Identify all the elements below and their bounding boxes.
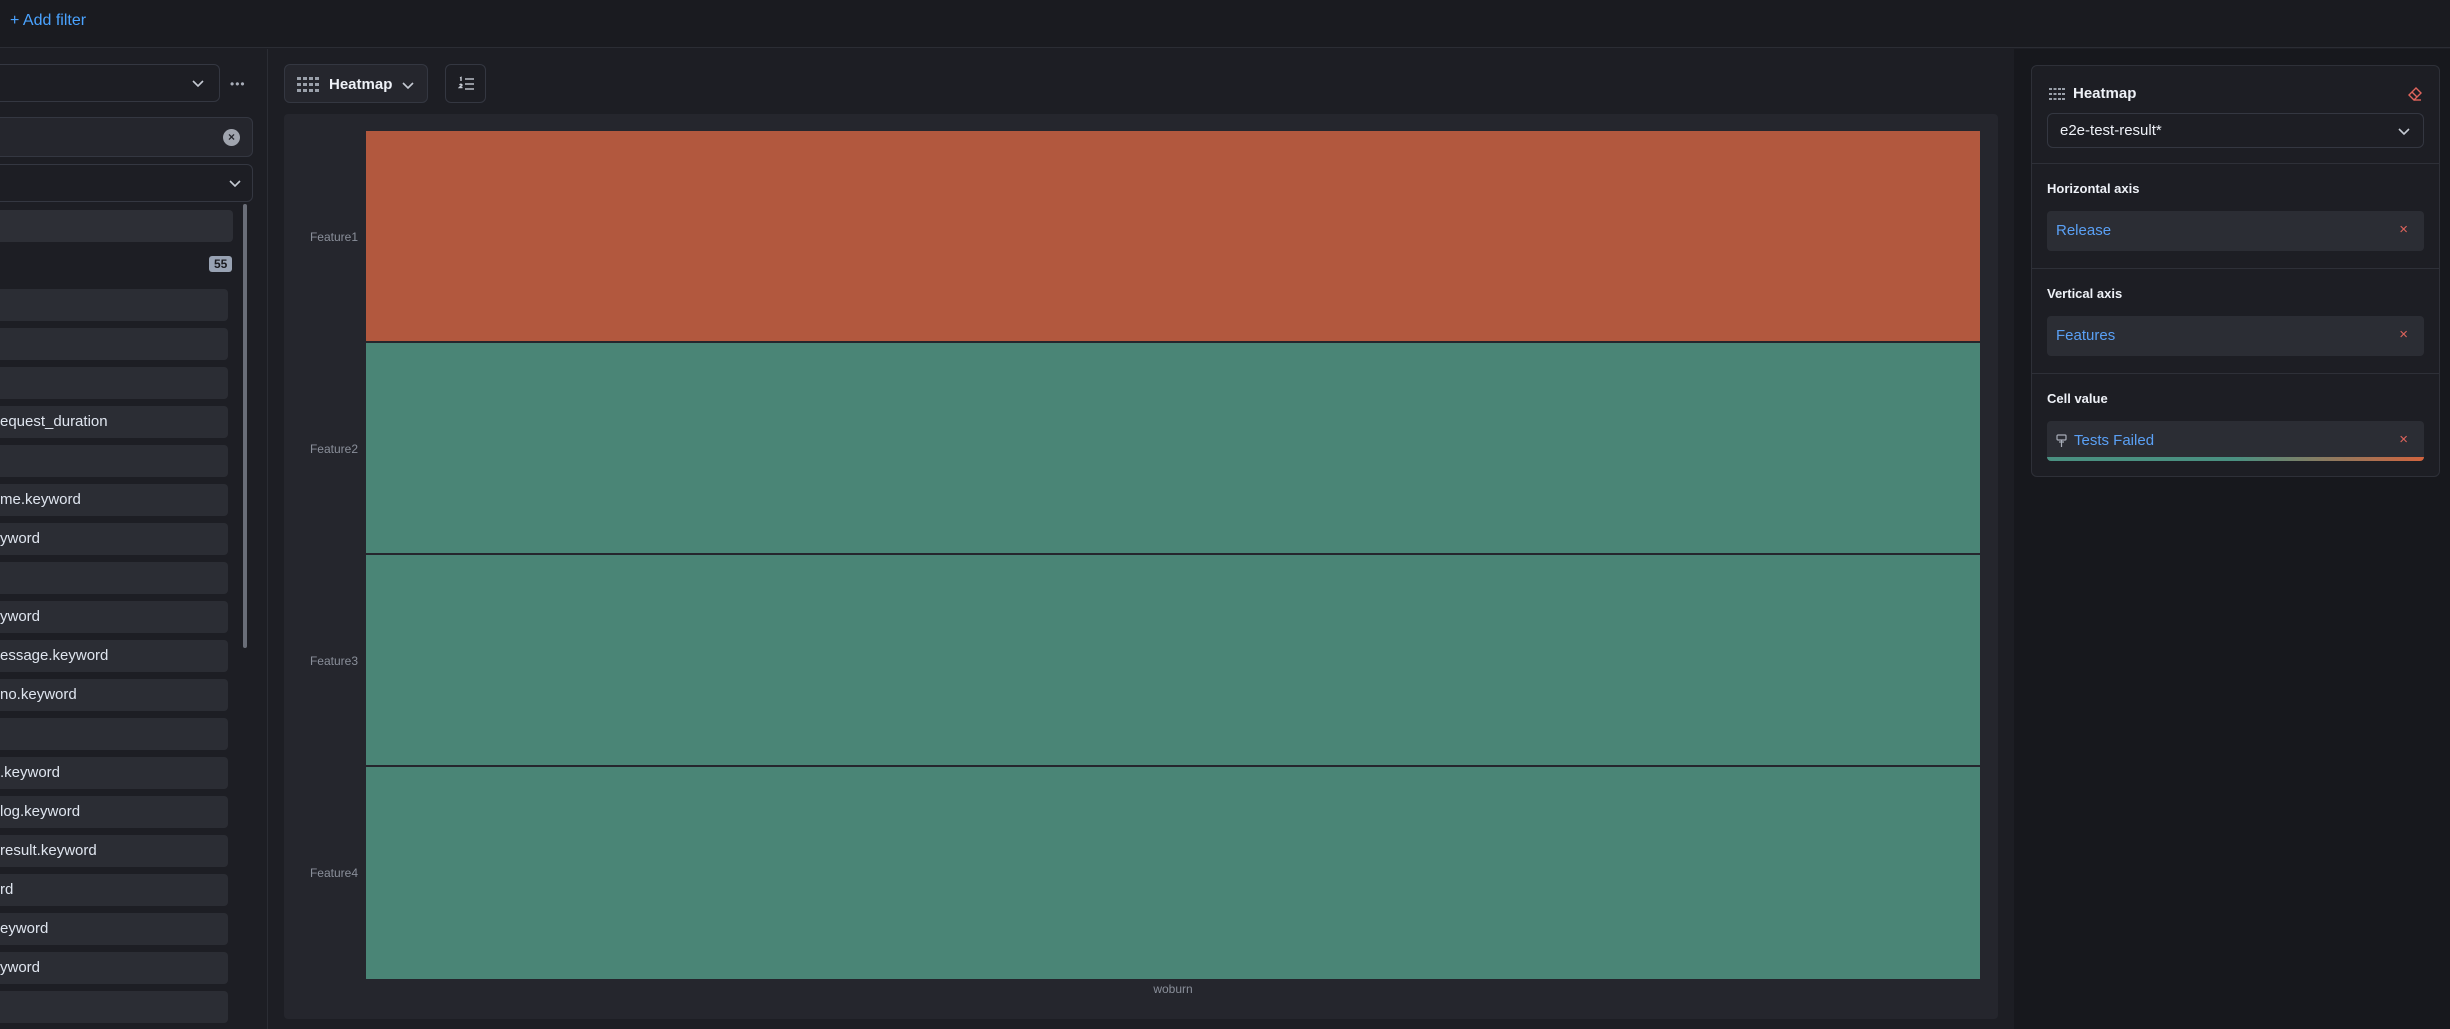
vertical-axis-dimension[interactable]: Features × xyxy=(2047,316,2424,356)
y-axis-tick-label: Feature3 xyxy=(309,654,358,668)
heatmap-cell[interactable] xyxy=(366,343,1980,553)
heatmap-cell[interactable] xyxy=(366,131,1980,341)
chevron-down-icon xyxy=(2398,128,2410,136)
field-search-input[interactable]: × xyxy=(0,117,253,157)
y-axis-tick-label: Feature1 xyxy=(309,230,358,244)
available-fields-count-badge: 55 xyxy=(209,256,233,272)
field-item[interactable]: equest_duration xyxy=(0,406,228,438)
records-field-item[interactable] xyxy=(0,210,233,242)
heatmap-grid-icon xyxy=(2049,88,2065,100)
chevron-down-icon xyxy=(229,180,241,188)
field-item[interactable]: result.keyword xyxy=(0,835,228,867)
heatmap-grid-icon xyxy=(297,77,319,92)
cell-value-label: Tests Failed xyxy=(2074,432,2155,449)
clear-search-icon[interactable]: × xyxy=(223,129,240,146)
field-item[interactable] xyxy=(0,289,228,321)
field-item[interactable] xyxy=(0,562,228,594)
field-item[interactable] xyxy=(0,367,228,399)
field-item[interactable] xyxy=(0,445,228,477)
cell-value-dimension[interactable]: Tests Failed × xyxy=(2047,421,2424,461)
query-bar: + Add filter xyxy=(0,0,2450,48)
y-axis-tick-label: Feature2 xyxy=(309,442,358,456)
field-item[interactable]: no.keyword xyxy=(0,679,228,711)
layer-title: Heatmap xyxy=(2073,85,2137,102)
field-item[interactable]: yword xyxy=(0,523,228,555)
index-pattern-select[interactable]: e2e-test-result* xyxy=(2047,113,2424,148)
heatmap-chart: woburn Feature1 Feature2 Feature3 Feature4 xyxy=(284,114,1998,1019)
vertical-axis-title: Vertical axis xyxy=(2047,286,2123,301)
divider xyxy=(2032,268,2439,269)
heatmap-cell[interactable] xyxy=(366,767,1980,979)
vertical-axis-value: Features xyxy=(2056,327,2116,344)
palette-icon xyxy=(2056,434,2067,447)
index-pattern-value: e2e-test-result* xyxy=(2060,122,2162,139)
chart-type-switcher[interactable]: Heatmap xyxy=(284,64,428,103)
workspace: Heatmap woburn Feature1 Feature2 Feature3 F… xyxy=(269,49,2013,1029)
x-axis-tick-label: woburn xyxy=(1153,982,1193,996)
eraser-icon[interactable] xyxy=(2407,86,2423,102)
field-item[interactable]: yword xyxy=(0,601,228,633)
field-item[interactable]: eyword xyxy=(0,913,228,945)
field-item[interactable] xyxy=(0,718,228,750)
field-list-sidebar: ••• × 55 equest_duration me.keyword yword y… xyxy=(0,49,268,1029)
field-item[interactable]: rd xyxy=(0,874,228,906)
field-item[interactable]: log.keyword xyxy=(0,796,228,828)
remove-horizontal-axis-icon[interactable]: × xyxy=(2399,221,2408,238)
cell-value-title: Cell value xyxy=(2047,391,2108,406)
palette-gradient-bar xyxy=(2047,457,2424,461)
field-item[interactable] xyxy=(0,991,228,1023)
sidebar-scrollbar[interactable] xyxy=(243,204,247,648)
divider xyxy=(2032,373,2439,374)
data-view-select[interactable] xyxy=(0,64,220,102)
more-options-icon[interactable]: ••• xyxy=(230,77,246,91)
divider xyxy=(2032,163,2439,164)
legend-icon xyxy=(458,76,474,90)
field-item[interactable]: me.keyword xyxy=(0,484,228,516)
remove-cell-value-icon[interactable]: × xyxy=(2399,431,2408,448)
field-item[interactable]: essage.keyword xyxy=(0,640,228,672)
field-type-filter[interactable] xyxy=(0,164,253,202)
layer-panel: Heatmap e2e-test-result* Horizontal axis… xyxy=(2031,65,2440,477)
remove-vertical-axis-icon[interactable]: × xyxy=(2399,326,2408,343)
field-item[interactable]: yword xyxy=(0,952,228,984)
add-filter-link[interactable]: + Add filter xyxy=(10,12,86,30)
horizontal-axis-value: Release xyxy=(2056,222,2112,239)
y-axis-tick-label: Feature4 xyxy=(309,866,358,880)
chart-type-label: Heatmap xyxy=(329,76,393,93)
chevron-down-icon xyxy=(192,80,204,88)
horizontal-axis-dimension[interactable]: Release × xyxy=(2047,211,2424,251)
heatmap-cell[interactable] xyxy=(366,555,1980,765)
legend-settings-button[interactable] xyxy=(445,64,486,103)
field-item[interactable] xyxy=(0,328,228,360)
chevron-down-icon xyxy=(402,82,414,90)
horizontal-axis-title: Horizontal axis xyxy=(2047,181,2140,196)
visualization-config-panel: Heatmap e2e-test-result* Horizontal axis… xyxy=(2014,49,2450,1029)
field-item[interactable]: .keyword xyxy=(0,757,228,789)
